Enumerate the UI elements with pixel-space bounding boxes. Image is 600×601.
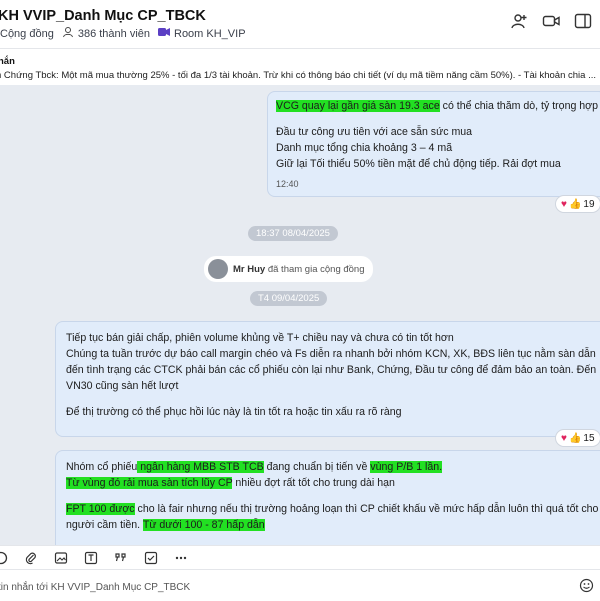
message-line: Đầu tư công ưu tiên với ace sẵn sức mua — [276, 126, 473, 138]
header-actions — [510, 12, 592, 30]
date-separator: T4 09/04/2025 — [250, 291, 328, 306]
members-icon — [62, 26, 74, 41]
message-list[interactable]: VCG quay lại gần giá sàn 19.3 ace có thể… — [0, 85, 600, 545]
member-name[interactable]: Mr Huy — [233, 264, 265, 275]
message-text: người cầm tiền. — [66, 519, 143, 531]
message-line: FPT 100 được cho là fair nhưng nếu thị t… — [66, 501, 600, 517]
add-member-icon[interactable] — [510, 12, 528, 30]
checklist-icon[interactable] — [144, 551, 158, 565]
message-line: Từ vùng đó rải mua sàn tích lũy CP nhiều… — [66, 475, 600, 491]
message-line: Giữ lại Tối thiểu 50% tiền mặt để chủ độ… — [276, 158, 561, 170]
message-text: cho là fair nhưng nếu thị trường hoảng l… — [134, 503, 599, 515]
pinned-title: hắn — [0, 56, 15, 67]
message-line: Tiếp tục bán giải chấp, phiên volume khủ… — [66, 332, 454, 344]
chat-header: KH VVIP_Danh Mục CP_TBCK Cộng đồng 386 t… — [0, 0, 600, 46]
video-call-icon[interactable] — [542, 12, 560, 30]
message-text: đang chuẩn bị tiến về — [263, 461, 371, 473]
room-icon — [158, 27, 170, 40]
message-bubble[interactable]: Tiếp tục bán giải chấp, phiên volume khủ… — [55, 321, 600, 437]
heart-icon: ♥ — [561, 198, 567, 210]
message-line: người cầm tiền. Từ dưới 100 - 87 hấp dẫn — [66, 517, 600, 533]
community-label[interactable]: Cộng đồng — [0, 28, 54, 40]
more-icon[interactable] — [174, 551, 188, 565]
emoji-icon[interactable] — [0, 551, 8, 565]
sidebar-toggle-icon[interactable] — [574, 12, 592, 30]
format-icon[interactable] — [84, 551, 98, 565]
message-line: đến tình trạng các CTCK phải bán các cổ … — [66, 364, 597, 376]
highlighted-text: ngân hàng MBB STB TCB — [137, 461, 264, 473]
pinned-text: n Chứng Tbck: Một mã mua thường 25% - tố… — [0, 70, 597, 81]
highlighted-text: vùng P/B 1 lần. — [370, 461, 443, 473]
message-text: Nhóm cổ phiếu — [66, 461, 138, 473]
message-bubble[interactable]: Nhóm cổ phiếu ngân hàng MBB STB TCB đang… — [55, 450, 600, 545]
thumbs-up-icon: 👍 — [568, 432, 582, 444]
message-bubble[interactable]: VCG quay lại gần giá sàn 19.3 ace có thể… — [267, 91, 600, 197]
message-line: Nhóm cổ phiếu ngân hàng MBB STB TCB đang… — [66, 459, 600, 475]
message-line: VCG quay lại gần giá sàn 19.3 ace có thể… — [276, 98, 598, 114]
heart-icon: ♥ — [561, 432, 567, 444]
message-time: 12:40 — [276, 179, 299, 189]
thumbs-up-icon: 👍 — [568, 198, 582, 210]
highlighted-text: Từ vùng đó rải mua sàn tích lũy CP — [66, 477, 233, 489]
date-separator: 18:37 08/04/2025 — [248, 226, 338, 241]
join-notice: Mr Huy đã tham gia cộng đồng — [204, 256, 373, 282]
message-line: VN30 cũng sàn hết lượt — [66, 380, 179, 392]
attach-icon[interactable] — [24, 551, 38, 565]
input-placeholder: tin nhắn tới KH VVIP_Danh Mục CP_TBCK — [0, 582, 191, 593]
members-count[interactable]: 386 thành viên — [78, 28, 150, 40]
message-text: nhiều đợt rất tốt cho trung dài hạn — [232, 477, 395, 489]
pinned-message[interactable]: hắn n Chứng Tbck: Một mã mua thường 25% … — [0, 48, 600, 86]
room-label[interactable]: Room KH_VIP — [174, 28, 246, 40]
avatar[interactable] — [208, 259, 228, 279]
composer-toolbar — [0, 545, 600, 570]
message-input[interactable]: tin nhắn tới KH VVIP_Danh Mục CP_TBCK — [0, 569, 600, 601]
join-text: đã tham gia cộng đồng — [267, 263, 365, 275]
reaction-count: 19 — [583, 198, 595, 210]
highlighted-text: VCG quay lại gần giá sàn 19.3 ace — [276, 100, 440, 112]
image-icon[interactable] — [54, 551, 68, 565]
reaction-badge[interactable]: ♥ 👍 15 — [555, 429, 600, 447]
highlighted-text: FPT 100 được — [66, 503, 135, 515]
reaction-badge[interactable]: ♥ 👍 19 — [555, 195, 600, 213]
message-line: Chúng ta tuần trước dự báo call margin c… — [66, 348, 596, 360]
message-line: Để thị trường có thể phục hồi lúc này là… — [66, 406, 402, 418]
emoji-picker-icon[interactable] — [579, 578, 594, 598]
message-line: Danh mục tổng chia khoảng 3 – 4 mã — [276, 142, 453, 154]
group-title[interactable]: KH VVIP_Danh Mục CP_TBCK — [0, 8, 206, 24]
group-subtitle: Cộng đồng 386 thành viên Room KH_VIP — [0, 26, 246, 41]
message-text: có thể chia thăm dò, tỷ trọng hợp — [439, 100, 599, 112]
highlighted-text: Từ dưới 100 - 87 hấp dẫn — [142, 519, 265, 531]
reaction-count: 15 — [583, 432, 595, 444]
quote-icon[interactable] — [114, 551, 128, 565]
